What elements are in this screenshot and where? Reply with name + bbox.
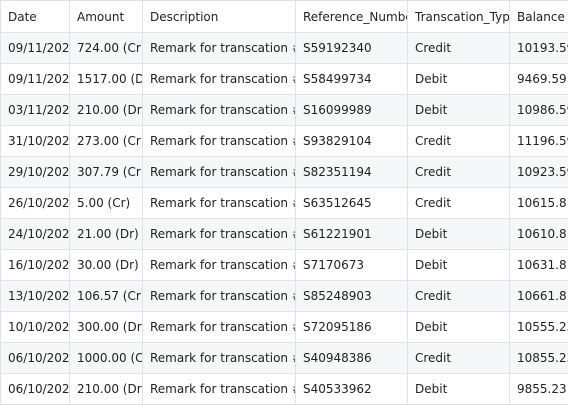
description-cell: Remark for transcation #1 — [143, 33, 296, 64]
transaction-type-cell: Debit — [408, 219, 510, 250]
description-cell: Remark for transcation #11 — [143, 343, 296, 374]
amount-cell: 21.00 (Dr) — [70, 219, 143, 250]
amount-cell: 1000.00 (Cr) — [70, 343, 143, 374]
transaction-type-cell: Debit — [408, 64, 510, 95]
transaction-type-cell: Debit — [408, 312, 510, 343]
column-header-date[interactable]: Date — [1, 1, 70, 33]
date-cell: 24/10/2020 — [1, 219, 70, 250]
reference-number-cell: S61221901 — [296, 219, 408, 250]
transactions-table: Date Amount Description Reference_Number… — [0, 0, 568, 405]
balance-cell: 10631.8 — [510, 250, 568, 281]
amount-cell: 5.00 (Cr) — [70, 188, 143, 219]
column-header-transaction-type[interactable]: Transcation_Type — [408, 1, 510, 33]
reference-number-cell: S58499734 — [296, 64, 408, 95]
table-row[interactable]: 13/10/2020106.57 (Cr)Remark for transcat… — [1, 281, 568, 312]
transaction-type-cell: Debit — [408, 250, 510, 281]
amount-cell: 300.00 (Dr) — [70, 312, 143, 343]
amount-cell: 30.00 (Dr) — [70, 250, 143, 281]
reference-number-cell: S85248903 — [296, 281, 408, 312]
amount-cell: 307.79 (Cr) — [70, 157, 143, 188]
date-cell: 26/10/2020 — [1, 188, 70, 219]
reference-number-cell: S59192340 — [296, 33, 408, 64]
table-row[interactable]: 10/10/2020300.00 (Dr)Remark for transcat… — [1, 312, 568, 343]
transaction-type-cell: Credit — [408, 157, 510, 188]
table-row[interactable]: 26/10/20205.00 (Cr)Remark for transcatio… — [1, 188, 568, 219]
date-cell: 06/10/2020 — [1, 374, 70, 405]
description-cell: Remark for transcation #8 — [143, 250, 296, 281]
reference-number-cell: S40533962 — [296, 374, 408, 405]
reference-number-cell: S82351194 — [296, 157, 408, 188]
table-row[interactable]: 03/11/2020210.00 (Dr)Remark for transcat… — [1, 95, 568, 126]
amount-cell: 724.00 (Cr) — [70, 33, 143, 64]
description-cell: Remark for transcation #10 — [143, 312, 296, 343]
transaction-type-cell: Credit — [408, 126, 510, 157]
amount-cell: 210.00 (Dr) — [70, 95, 143, 126]
table-row[interactable]: 31/10/2020273.00 (Cr)Remark for transcat… — [1, 126, 568, 157]
date-cell: 10/10/2020 — [1, 312, 70, 343]
balance-cell: 10555.23 — [510, 312, 568, 343]
description-cell: Remark for transcation #9 — [143, 281, 296, 312]
table-row[interactable]: 09/11/2020724.00 (Cr)Remark for transcat… — [1, 33, 568, 64]
table-row[interactable]: 09/11/20201517.00 (Dr)Remark for transca… — [1, 64, 568, 95]
transaction-type-cell: Credit — [408, 343, 510, 374]
description-cell: Remark for transcation #7 — [143, 219, 296, 250]
header-row: Date Amount Description Reference_Number… — [1, 1, 568, 33]
transaction-type-cell: Debit — [408, 374, 510, 405]
description-cell: Remark for transcation #12 — [143, 374, 296, 405]
reference-number-cell: S16099989 — [296, 95, 408, 126]
date-cell: 03/11/2020 — [1, 95, 70, 126]
balance-cell: 10986.59 — [510, 95, 568, 126]
amount-cell: 210.00 (Dr) — [70, 374, 143, 405]
table-row[interactable]: 16/10/202030.00 (Dr)Remark for transcati… — [1, 250, 568, 281]
date-cell: 09/11/2020 — [1, 33, 70, 64]
transaction-type-cell: Credit — [408, 281, 510, 312]
balance-cell: 9469.59 — [510, 64, 568, 95]
balance-cell: 10610.8 — [510, 219, 568, 250]
balance-cell: 10923.59 — [510, 157, 568, 188]
transaction-type-cell: Credit — [408, 33, 510, 64]
column-header-amount[interactable]: Amount — [70, 1, 143, 33]
reference-number-cell: S40948386 — [296, 343, 408, 374]
balance-cell: 11196.59 — [510, 126, 568, 157]
date-cell: 13/10/2020 — [1, 281, 70, 312]
date-cell: 29/10/2020 — [1, 157, 70, 188]
table-row[interactable]: 06/10/2020210.00 (Dr)Remark for transcat… — [1, 374, 568, 405]
description-cell: Remark for transcation #4 — [143, 126, 296, 157]
table-header: Date Amount Description Reference_Number… — [1, 1, 568, 33]
amount-cell: 1517.00 (Dr) — [70, 64, 143, 95]
reference-number-cell: S93829104 — [296, 126, 408, 157]
balance-cell: 10855.23 — [510, 343, 568, 374]
amount-cell: 273.00 (Cr) — [70, 126, 143, 157]
column-header-reference-number[interactable]: Reference_Number — [296, 1, 408, 33]
column-header-balance[interactable]: Balance — [510, 1, 568, 33]
balance-cell: 9855.23 — [510, 374, 568, 405]
date-cell: 09/11/2020 — [1, 64, 70, 95]
date-cell: 06/10/2020 — [1, 343, 70, 374]
reference-number-cell: S63512645 — [296, 188, 408, 219]
table-row[interactable]: 06/10/20201000.00 (Cr)Remark for transca… — [1, 343, 568, 374]
amount-cell: 106.57 (Cr) — [70, 281, 143, 312]
description-cell: Remark for transcation #3 — [143, 95, 296, 126]
description-cell: Remark for transcation #6 — [143, 188, 296, 219]
date-cell: 16/10/2020 — [1, 250, 70, 281]
table-body: 09/11/2020724.00 (Cr)Remark for transcat… — [1, 33, 568, 405]
balance-cell: 10615.8 — [510, 188, 568, 219]
balance-cell: 10661.8 — [510, 281, 568, 312]
reference-number-cell: S7170673 — [296, 250, 408, 281]
transaction-type-cell: Credit — [408, 188, 510, 219]
column-header-description[interactable]: Description — [143, 1, 296, 33]
description-cell: Remark for transcation #5 — [143, 157, 296, 188]
table-row[interactable]: 29/10/2020307.79 (Cr)Remark for transcat… — [1, 157, 568, 188]
balance-cell: 10193.59 — [510, 33, 568, 64]
table-row[interactable]: 24/10/202021.00 (Dr)Remark for transcati… — [1, 219, 568, 250]
transaction-type-cell: Debit — [408, 95, 510, 126]
description-cell: Remark for transcation #2 — [143, 64, 296, 95]
date-cell: 31/10/2020 — [1, 126, 70, 157]
reference-number-cell: S72095186 — [296, 312, 408, 343]
